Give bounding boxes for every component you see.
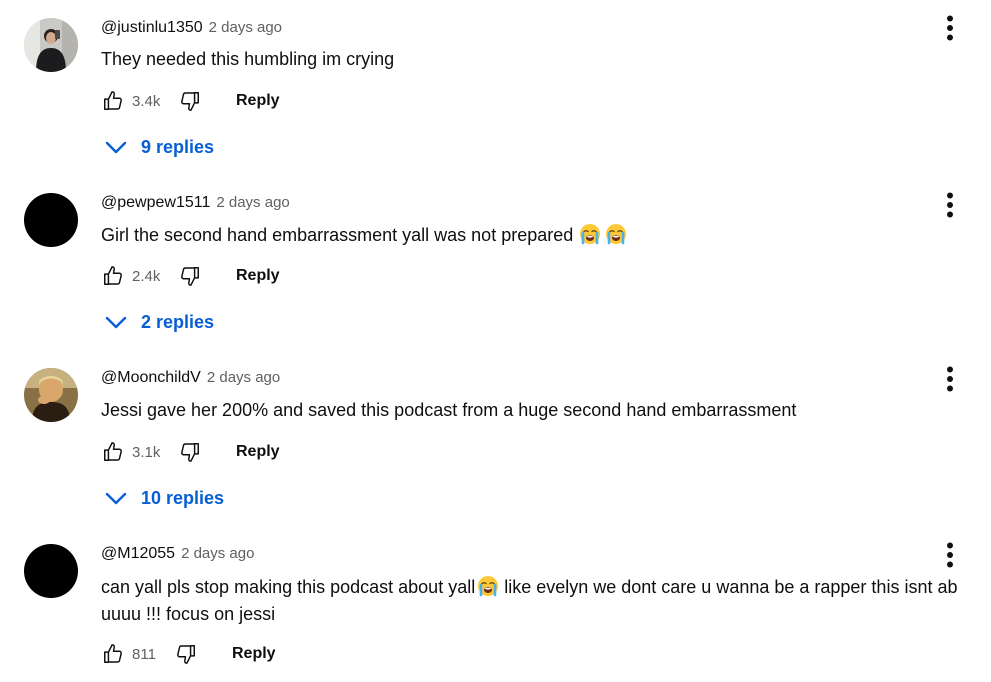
comment-timestamp[interactable]: 2 days ago (181, 545, 254, 562)
dislike-button[interactable] (178, 440, 202, 464)
view-replies-button[interactable]: 9 replies (104, 132, 214, 162)
thumbs-up-icon (104, 91, 122, 110)
comment-action-menu-button[interactable] (938, 365, 962, 393)
loudly-crying-face-emoji (605, 223, 627, 245)
comment-text: can yall pls stop making this podcast ab… (101, 574, 981, 628)
thumbs-up-icon (104, 442, 122, 461)
comment-header: @M12055 2 days ago (101, 545, 254, 567)
reply-button[interactable]: Reply (236, 267, 280, 285)
comment-actions: 3.4k Reply (101, 88, 280, 114)
loudly-crying-face-emoji (579, 223, 601, 245)
comment-action-menu-button[interactable] (938, 541, 962, 569)
thumbs-down-icon (181, 267, 199, 286)
comment-header: @pewpew1511 2 days ago (101, 194, 290, 216)
comment-actions: 3.1k Reply (101, 439, 280, 465)
more-vert-icon (947, 366, 953, 392)
more-vert-icon (947, 192, 953, 218)
reply-button[interactable]: Reply (236, 92, 280, 110)
comment-actions: 811 Reply (101, 641, 276, 667)
more-vert-icon (947, 15, 953, 41)
comment-timestamp[interactable]: 2 days ago (207, 369, 280, 386)
comment-header: @MoonchildV 2 days ago (101, 369, 280, 391)
reply-button[interactable]: Reply (232, 645, 276, 663)
thumbs-up-icon (104, 644, 122, 663)
view-replies-button[interactable]: 2 replies (104, 307, 214, 337)
author-name[interactable]: @pewpew1511 (101, 194, 210, 212)
chevron-down-icon (105, 492, 127, 505)
like-button[interactable] (101, 264, 125, 288)
comment-actions: 2.4k Reply (101, 263, 280, 289)
avatar[interactable] (24, 193, 78, 247)
like-button[interactable] (101, 440, 125, 464)
author-name[interactable]: @M12055 (101, 545, 175, 563)
like-count: 3.1k (132, 443, 161, 461)
dislike-button[interactable] (178, 264, 202, 288)
replies-count-label: 9 replies (141, 136, 215, 157)
chevron-down-icon (105, 141, 127, 154)
like-count: 3.4k (132, 92, 161, 110)
dislike-button[interactable] (178, 89, 202, 113)
thumbs-down-icon (181, 443, 199, 462)
loudly-crying-face-emoji (477, 575, 499, 597)
avatar[interactable] (24, 18, 78, 72)
comment-action-menu-button[interactable] (938, 14, 962, 42)
like-button[interactable] (101, 89, 125, 113)
comment-timestamp[interactable]: 2 days ago (209, 19, 282, 36)
replies-count-label: 10 replies (141, 487, 225, 508)
comment-text-content: Jessi gave her 200% and saved this podca… (101, 400, 797, 420)
avatar[interactable] (24, 368, 78, 422)
dislike-button[interactable] (174, 642, 198, 666)
avatar[interactable] (24, 544, 78, 598)
comment-header: @justinlu1350 2 days ago (101, 19, 282, 41)
comment-timestamp[interactable]: 2 days ago (216, 194, 289, 211)
reply-button[interactable]: Reply (236, 443, 280, 461)
comment-text: Jessi gave her 200% and saved this podca… (101, 397, 981, 424)
comment-text-content: Girl the second hand embarrassment yall … (101, 225, 574, 245)
comment-action-menu-button[interactable] (938, 191, 962, 219)
thumbs-down-icon (181, 92, 199, 111)
comment-text-content: They needed this humbling im crying (101, 49, 395, 69)
comment-text: They needed this humbling im crying (101, 46, 981, 73)
comment-text-content: can yall pls stop making this podcast ab… (101, 577, 476, 597)
thumbs-up-icon (104, 266, 122, 285)
chevron-down-icon (105, 316, 127, 329)
author-name[interactable]: @justinlu1350 (101, 19, 203, 37)
comment-text: Girl the second hand embarrassment yall … (101, 222, 981, 249)
like-button[interactable] (101, 642, 125, 666)
view-replies-button[interactable]: 10 replies (104, 483, 224, 513)
thumbs-down-icon (177, 645, 195, 664)
author-name[interactable]: @MoonchildV (101, 369, 201, 387)
more-vert-icon (947, 542, 953, 568)
like-count: 811 (132, 645, 156, 663)
replies-count-label: 2 replies (141, 311, 215, 332)
like-count: 2.4k (132, 267, 161, 285)
